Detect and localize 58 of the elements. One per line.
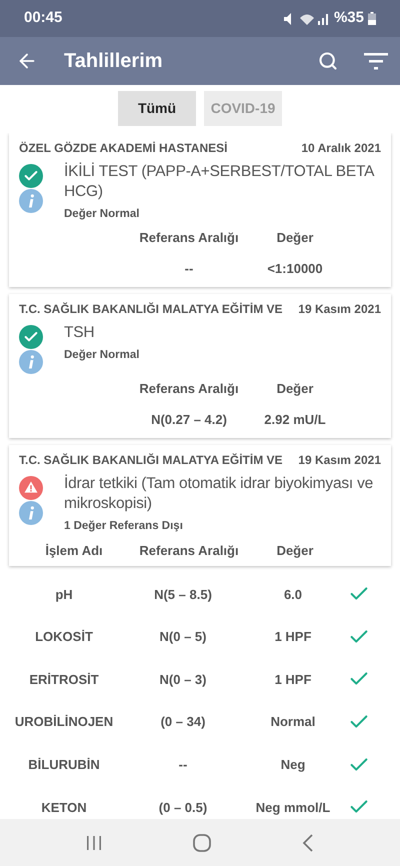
search-icon[interactable]	[318, 51, 338, 71]
table-cell-text: 1 HPF	[274, 670, 312, 689]
info-icon[interactable]	[19, 350, 43, 374]
table-cell-text: Neg mmol/L	[254, 798, 332, 817]
table-cell-text: (0 – 0.5)	[158, 798, 208, 817]
info-icon[interactable]	[19, 189, 43, 213]
table-cell-text: --	[184, 260, 194, 278]
result-date: 19 Kasım 2021	[298, 452, 381, 470]
table-cell-text: 2.92 mU/L	[263, 410, 327, 429]
filter-tab[interactable]: Tümü	[118, 91, 196, 126]
recent-apps-icon[interactable]	[86, 834, 102, 850]
table-cell-text: 1 HPF	[274, 628, 312, 646]
battery-percent: %35	[334, 8, 364, 28]
test-title: İdrar tetkiki (Tam otomatik idrar biyokimyası ve mikroskopisi)	[64, 474, 374, 514]
table-cell-text: N(0 – 3)	[158, 670, 208, 689]
info-icon[interactable]	[19, 501, 43, 526]
home-icon[interactable]	[192, 834, 211, 852]
table-cell-text: N(5 – 8.5)	[153, 586, 213, 604]
screen-title: Tahlillerim	[64, 49, 164, 74]
result-summary: 1 Değer Referans Dışı	[64, 519, 184, 534]
result-card[interactable]: ÖZEL GÖZDE AKADEMİ HASTANESİ 10 Aralık 2021 İKİLİ TEST (PAPP-A+SERBEST/TOTAL BETA HCG) Değer Normal Referans Aralığı Değer -- <1:10000	[9, 133, 391, 288]
table-cell-text: LOKOSİT	[34, 628, 94, 646]
column-header: Değer	[276, 542, 314, 560]
column-header: Referans Aralığı	[138, 229, 240, 248]
result-card[interactable]: T.C. SAĞLIK BAKANLIĞI MALATYA EĞİTİM VE 19 Kasım 2021 İdrar tetkiki (Tam otomatik idrar biyokimyası ve mikroskopisi) 1 Değer Referans Dışı İşlem Adı Referans Aralığı Değer	[9, 445, 391, 566]
table-cell-text: <1:10000	[266, 260, 324, 278]
clock: 00:45	[24, 8, 62, 28]
table-cell-text: pH	[54, 586, 74, 604]
column-header: Referans Aralığı	[138, 542, 240, 560]
result-card[interactable]: T.C. SAĞLIK BAKANLIĞI MALATYA EĞİTİM VE 19 Kasım 2021 TSH Değer Normal Referans Aralığı Değer N(0.27 – 4.2) 2.92 mU/L	[9, 294, 391, 438]
filter-icon[interactable]	[364, 52, 388, 70]
table-cell-text: Neg	[280, 756, 306, 774]
table-cell-text: BİLURUBİN	[27, 756, 101, 774]
table-cell-text: N(0.27 – 4.2)	[150, 410, 228, 429]
signal-icons	[282, 12, 330, 26]
test-title: TSH	[64, 323, 96, 344]
table-cell-text: N(0 – 5)	[158, 628, 208, 646]
table-cell-text: (0 – 34)	[160, 713, 206, 732]
test-title: İKİLİ TEST (PAPP-A+SERBEST/TOTAL BETA HCG)	[64, 162, 375, 202]
column-header: Referans Aralığı	[138, 380, 240, 398]
table-cell-text: KETON	[40, 798, 88, 817]
column-header: Değer	[276, 380, 314, 398]
back-nav-icon[interactable]	[302, 834, 314, 852]
table-cell-text: 6.0	[282, 586, 304, 604]
battery-icon	[368, 12, 376, 25]
result-date: 10 Aralık 2021	[301, 140, 381, 157]
hospital-name: ÖZEL GÖZDE AKADEMİ HASTANESİ	[19, 140, 228, 157]
table-cell-text: --	[178, 756, 188, 774]
hospital-name: T.C. SAĞLIK BAKANLIĞI MALATYA EĞİTİM VE	[19, 301, 283, 318]
result-summary: Değer Normal	[64, 207, 140, 222]
table-cell-text: UROBİLİNOJEN	[14, 713, 114, 732]
result-summary: Değer Normal	[64, 348, 140, 364]
column-header: İşlem Adı	[44, 542, 104, 560]
hospital-name: T.C. SAĞLIK BAKANLIĞI MALATYA EĞİTİM VE	[19, 452, 283, 470]
result-date: 19 Kasım 2021	[298, 301, 381, 318]
table-cell-text: ERİTROSİT	[28, 670, 100, 689]
column-header: Değer	[276, 229, 314, 248]
table-cell-text: Normal	[270, 713, 316, 732]
